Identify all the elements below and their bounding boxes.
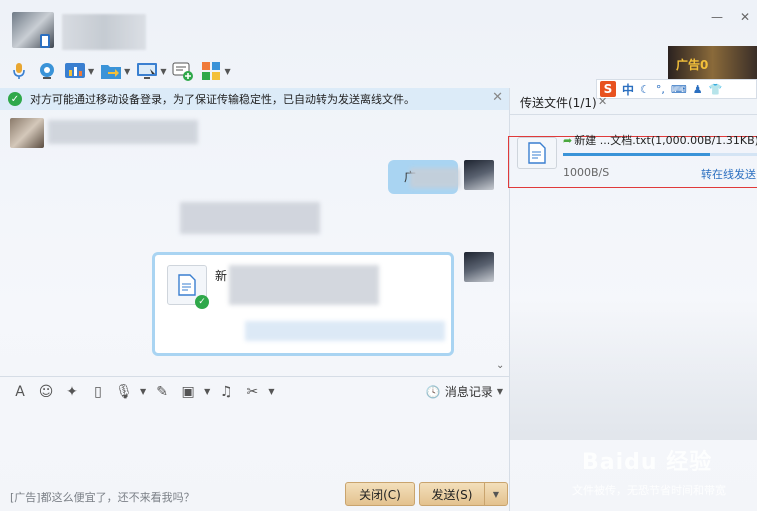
clock-icon: 🕓 bbox=[425, 384, 441, 399]
transfer-file-label: 新建 ...文档.txt(1,000.00B/1.31KB) bbox=[574, 134, 757, 147]
microphone-icon bbox=[8, 60, 30, 82]
app-center-button[interactable]: ▼ bbox=[64, 59, 94, 83]
ad-link[interactable]: [广告]都这么便宜了，还不来看我吗？ bbox=[10, 489, 195, 505]
close-icon[interactable]: ✕ bbox=[598, 95, 607, 108]
send-button[interactable]: 发送(S) bbox=[419, 482, 485, 506]
close-button[interactable]: 关闭(C) bbox=[345, 482, 415, 506]
file-actions-redacted bbox=[245, 321, 445, 341]
send-online-link[interactable]: 转在线发送 bbox=[701, 166, 756, 182]
remote-desktop-button[interactable]: ▼ bbox=[136, 59, 166, 83]
chevron-down-icon[interactable]: ▼ bbox=[124, 67, 130, 76]
chevron-down-icon[interactable]: ▼ bbox=[224, 67, 230, 76]
file-message-card[interactable]: ✓ 新 bbox=[152, 252, 454, 356]
close-window-button[interactable]: ✕ bbox=[733, 8, 757, 26]
emoji-icon[interactable]: ☺ bbox=[36, 382, 56, 402]
sender-name-redacted bbox=[48, 120, 198, 144]
contact-name-redacted bbox=[62, 14, 146, 50]
send-file-button[interactable]: ▼ bbox=[100, 59, 130, 83]
chevron-down-icon: ▼ bbox=[492, 489, 500, 499]
promo-text: 广告0 bbox=[676, 58, 709, 72]
close-icon[interactable]: ✕ bbox=[492, 90, 503, 105]
self-avatar[interactable] bbox=[464, 252, 494, 282]
top-toolbar: ▼ ▼ ▼ ▼ bbox=[8, 58, 231, 84]
chevron-down-icon[interactable]: ⌄ bbox=[496, 360, 504, 371]
transfer-progress-bar bbox=[563, 153, 757, 156]
video-call-button[interactable] bbox=[36, 59, 58, 83]
input-toolbar: A ☺ ✦ ▯ 🎙 ▼ ✎ ▣ ▼ ♫ ✂ ▼ 🕓 消息记录 ▼ bbox=[0, 376, 509, 406]
window-controls: — ✕ bbox=[705, 8, 757, 26]
monitor-icon bbox=[136, 60, 158, 82]
gif-icon[interactable]: ▯ bbox=[88, 382, 108, 402]
transfer-progress-fill bbox=[563, 153, 710, 156]
transfer-speed: 1000B/S bbox=[563, 166, 610, 179]
chevron-down-icon[interactable]: ▼ bbox=[268, 387, 274, 396]
notice-bar: ✓ 对方可能通过移动设备登录，为了保证传输稳定性，已自动转为发送离线文件。 ✕ bbox=[0, 88, 509, 110]
chevron-down-icon[interactable]: ▼ bbox=[160, 67, 166, 76]
voice-message-icon[interactable]: 🎙 bbox=[114, 382, 134, 402]
chevron-down-icon[interactable]: ▼ bbox=[140, 387, 146, 396]
chevron-down-icon[interactable]: ▼ bbox=[204, 387, 210, 396]
folder-arrow-icon bbox=[100, 60, 122, 82]
file-info-redacted bbox=[229, 265, 379, 305]
minimize-button[interactable]: — bbox=[705, 8, 729, 26]
voice-call-button[interactable] bbox=[8, 59, 30, 83]
shake-icon[interactable]: ✦ bbox=[62, 382, 82, 402]
baidu-watermark: Baidu 经验 bbox=[582, 450, 713, 475]
timestamp-redacted bbox=[180, 202, 320, 234]
screenshot-scissors-icon[interactable]: ✂ bbox=[242, 382, 262, 402]
success-check-icon: ✓ bbox=[195, 295, 209, 309]
grid-icon bbox=[200, 60, 222, 82]
apps-button[interactable]: ▼ bbox=[200, 59, 231, 83]
title-bar: — ✕ bbox=[0, 0, 757, 56]
chat-window: — ✕ ▼ ▼ ▼ ▼ 广告0 S 中 ☾ °, ⌨ ♟ 👕 ✓ 对方可能通过移… bbox=[0, 0, 757, 511]
tab-underline bbox=[510, 114, 757, 115]
font-icon[interactable]: A bbox=[10, 382, 30, 402]
transfer-item: ➦ 新建 ...文档.txt(1,000.00B/1.31KB) 1000B/S … bbox=[508, 134, 757, 188]
camera-icon bbox=[36, 60, 58, 82]
message-redacted bbox=[410, 168, 460, 188]
chevron-down-icon: ▼ bbox=[496, 387, 503, 396]
mobile-device-icon bbox=[40, 34, 50, 48]
watermark-subtitle: 文件被传，无恐节省时间和带宽 bbox=[572, 484, 726, 497]
send-options-button[interactable]: ▼ bbox=[484, 482, 508, 506]
tab-transfer-files[interactable]: 传送文件(1/1) bbox=[520, 94, 597, 111]
chat-add-icon bbox=[172, 60, 194, 82]
chart-icon bbox=[64, 60, 86, 82]
check-icon: ✓ bbox=[8, 92, 22, 106]
upload-arrow-icon: ➦ bbox=[563, 134, 573, 147]
edit-icon[interactable]: ✎ bbox=[152, 382, 172, 402]
message-area[interactable]: 广 ✓ 新 ⌄ bbox=[0, 110, 509, 376]
image-icon[interactable]: ▣ bbox=[178, 382, 198, 402]
message-history-button[interactable]: 🕓 消息记录 ▼ bbox=[426, 383, 503, 400]
message-input[interactable] bbox=[0, 406, 509, 478]
self-avatar[interactable] bbox=[464, 160, 494, 190]
sender-avatar[interactable] bbox=[10, 118, 44, 148]
chevron-down-icon[interactable]: ▼ bbox=[88, 67, 94, 76]
history-label: 消息记录 bbox=[444, 385, 493, 399]
create-discussion-button[interactable] bbox=[172, 59, 194, 83]
file-card-name: 新 bbox=[215, 269, 228, 283]
promo-banner[interactable]: 广告0 bbox=[668, 46, 757, 80]
music-icon[interactable]: ♫ bbox=[216, 382, 236, 402]
transfer-file-name: ➦ 新建 ...文档.txt(1,000.00B/1.31KB) bbox=[563, 132, 757, 148]
notice-text: 对方可能通过移动设备登录，为了保证传输稳定性，已自动转为发送离线文件。 bbox=[30, 93, 415, 106]
document-icon bbox=[517, 137, 557, 169]
